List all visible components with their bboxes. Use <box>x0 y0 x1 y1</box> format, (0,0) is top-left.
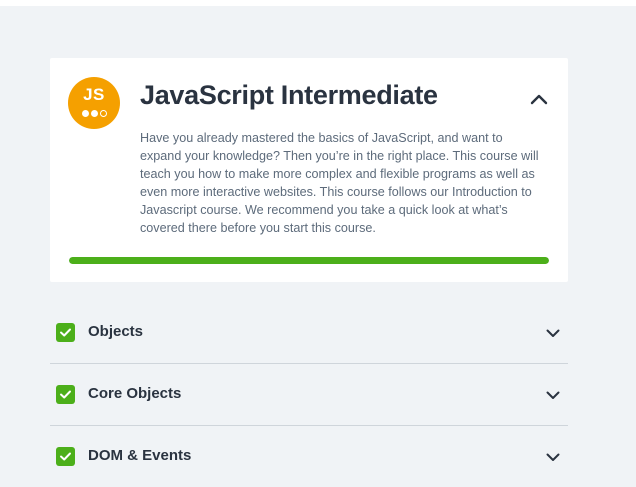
module-item-objects[interactable]: Objects <box>50 302 568 364</box>
level-dots-icon <box>82 110 107 117</box>
course-description: Have you already mastered the basics of … <box>140 131 539 235</box>
module-item-dom-events[interactable]: DOM & Events <box>50 426 568 487</box>
module-title: Core Objects <box>88 385 182 402</box>
top-bar <box>0 0 636 6</box>
module-title: DOM & Events <box>88 447 192 464</box>
collapse-button[interactable] <box>526 86 552 112</box>
course-card: JS JavaScript Intermediate Have you alre… <box>50 58 568 282</box>
course-progress-bar <box>69 257 549 264</box>
chevron-up-icon <box>530 94 548 105</box>
module-title: Objects <box>88 323 144 340</box>
module-list: Objects Core Objects DOM & Events <box>50 302 568 487</box>
chevron-down-icon <box>546 329 560 337</box>
module-item-core-objects[interactable]: Core Objects <box>50 364 568 426</box>
chevron-down-icon <box>546 391 560 399</box>
badge-label: JS <box>83 85 105 104</box>
course-title: JavaScript Intermediate <box>140 80 438 110</box>
check-icon <box>56 447 75 466</box>
check-icon <box>56 385 75 404</box>
progress-fill <box>69 257 549 264</box>
js-course-badge-icon: JS <box>68 77 120 129</box>
chevron-down-icon <box>546 453 560 461</box>
check-icon <box>56 323 75 342</box>
